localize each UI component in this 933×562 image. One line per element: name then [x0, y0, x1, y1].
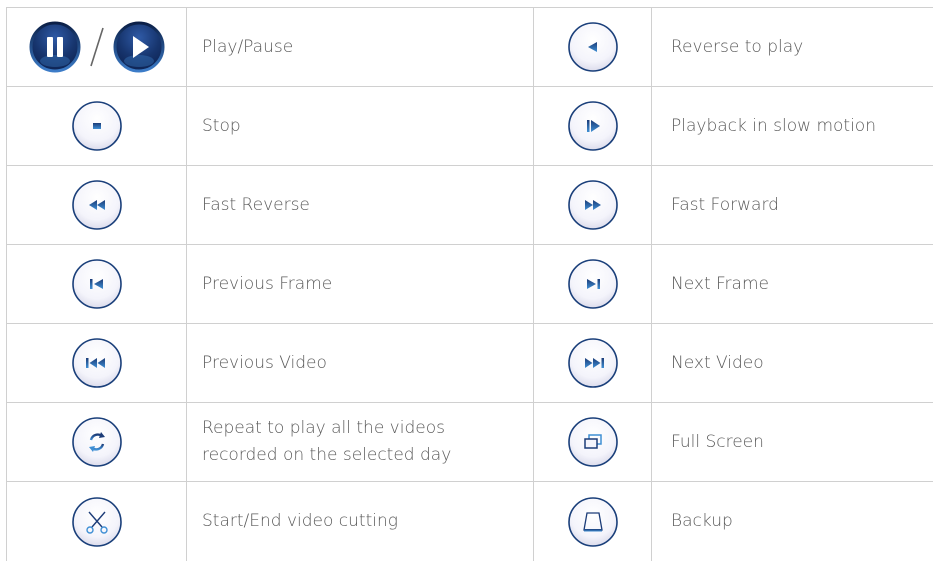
stop-label: Stop — [202, 115, 241, 136]
next-video-icon — [567, 338, 618, 388]
play-pause-icons — [29, 21, 165, 73]
slow-motion-icon — [567, 101, 618, 151]
slash-divider-icon — [89, 27, 104, 67]
table-row: Play/Pause Reverse to play — [6, 7, 933, 86]
controls-table: Play/Pause Reverse to play Stop Playback… — [6, 7, 933, 561]
repeat-label-line1: Repeat to play all the videos — [202, 418, 445, 438]
play-icon — [113, 21, 164, 73]
repeat-label-line2: recorded on the selected day — [202, 445, 452, 465]
next-video-label: Next Video — [671, 352, 764, 373]
previous-frame-label: Previous Frame — [202, 273, 333, 294]
table-row: Stop Playback in slow motion — [6, 86, 933, 165]
previous-video-icon — [71, 338, 122, 388]
slow-motion-label: Playback in slow motion — [671, 115, 876, 136]
scissors-icon — [71, 496, 122, 547]
pause-icon — [29, 21, 80, 73]
previous-frame-icon — [71, 259, 122, 309]
fast-reverse-icon — [71, 180, 122, 230]
stop-icon — [71, 101, 122, 151]
table-row: Start/End video cutting Backup — [6, 481, 933, 561]
play-pause-label: Play/Pause — [202, 36, 294, 57]
reverse-play-label: Reverse to play — [671, 36, 804, 57]
table-row: Previous Frame Next Frame — [6, 244, 933, 323]
video-cutting-label: Start/End video cutting — [202, 511, 398, 531]
reverse-play-icon — [567, 22, 618, 72]
table-row: Fast Reverse Fast Forward — [6, 165, 933, 244]
fast-forward-label: Fast Forward — [671, 194, 779, 215]
repeat-icon — [71, 417, 122, 467]
backup-icon — [567, 496, 618, 547]
table-row: Repeat to play all the videos recorded o… — [6, 402, 933, 481]
repeat-label: Repeat to play all the videos recorded o… — [202, 415, 451, 469]
table-row: Previous Video Next Video — [6, 323, 933, 402]
backup-label: Backup — [671, 511, 733, 531]
next-frame-label: Next Frame — [671, 273, 769, 294]
full-screen-icon — [567, 417, 618, 467]
fast-reverse-label: Fast Reverse — [202, 194, 310, 215]
previous-video-label: Previous Video — [202, 352, 327, 373]
full-screen-label: Full Screen — [671, 431, 764, 452]
fast-forward-icon — [567, 180, 618, 230]
next-frame-icon — [567, 259, 618, 309]
